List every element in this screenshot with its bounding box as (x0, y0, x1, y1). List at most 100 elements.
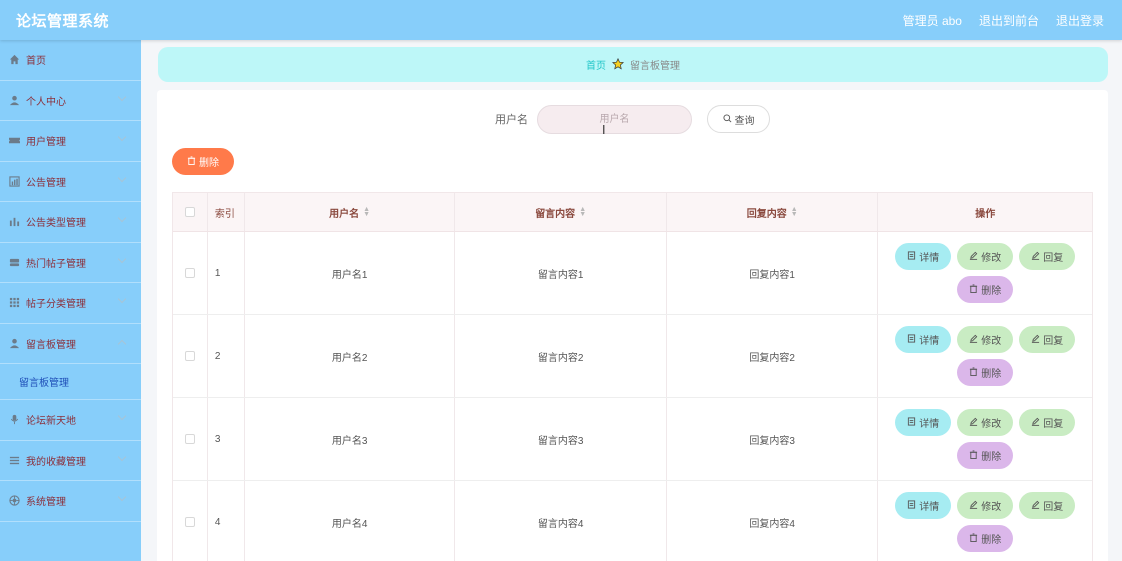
header-message[interactable]: 留言内容 ▲ ▼ (455, 193, 667, 231)
sidebar-item-users[interactable]: 用户管理 (0, 121, 141, 162)
header-username[interactable]: 用户名 ▲ ▼ (245, 193, 456, 231)
edit-label: 修改 (981, 502, 1002, 513)
trash-icon (187, 156, 196, 167)
reply-label: 回复 (1043, 419, 1064, 430)
chevron-down-icon (117, 92, 127, 101)
logout-link[interactable]: 退出登录 (1056, 12, 1104, 29)
delete-label: 删除 (981, 369, 1002, 380)
text-cursor-icon: I (602, 123, 606, 137)
top-bar: 论坛管理系统 管理员 abo 退出到前台 退出登录 (0, 0, 1122, 40)
table-row: 3 用户名3 留言内容3 回复内容3 详情 修改 回复 删除 (173, 398, 1092, 481)
sort-icon: ▲ ▼ (790, 206, 798, 218)
admin-user-label[interactable]: 管理员 abo (903, 12, 962, 29)
row-checkbox[interactable] (184, 517, 195, 527)
sidebar-item-profile[interactable]: 个人中心 (0, 81, 141, 121)
sidebar-item-hot-posts[interactable]: 热门帖子管理 (0, 243, 141, 283)
cell-username: 用户名4 (245, 481, 456, 561)
breadcrumb-home-link[interactable]: 首页 (586, 57, 606, 72)
reply-button[interactable]: 回复 (1019, 326, 1076, 353)
sidebar-item-label: 公告管理 (26, 177, 66, 189)
star-icon (611, 57, 625, 72)
document-icon (907, 500, 916, 511)
sidebar-item-label: 热门帖子管理 (26, 258, 86, 270)
sidebar-item-label: 论坛新天地 (26, 416, 76, 428)
delete-button[interactable]: 删除 (957, 525, 1014, 552)
reply-button[interactable]: 回复 (1019, 243, 1076, 270)
header-username-label: 用户名 (329, 208, 360, 220)
search-form: 用户名 查询 (157, 104, 1108, 134)
username-search-input[interactable] (537, 104, 692, 134)
trash-icon (969, 367, 978, 378)
sort-icon: ▲ ▼ (579, 206, 587, 218)
sidebar-item-label: 个人中心 (26, 96, 66, 108)
edit-button[interactable]: 修改 (957, 243, 1014, 270)
detail-button[interactable]: 详情 (895, 492, 952, 519)
edit-button[interactable]: 修改 (957, 326, 1014, 353)
sidebar-item-label: 留言板管理 (26, 339, 76, 351)
sidebar-item-system[interactable]: 系统管理 (0, 481, 141, 522)
reply-button[interactable]: 回复 (1019, 409, 1076, 436)
sort-icon: ▲ ▼ (363, 206, 371, 218)
cell-username: 用户名1 (245, 232, 456, 314)
trash-icon (969, 284, 978, 295)
pencil-icon (1031, 417, 1040, 428)
pencil-icon (1031, 500, 1040, 511)
row-checkbox-cell (173, 315, 208, 397)
sidebar-item-label: 帖子分类管理 (26, 299, 86, 311)
sidebar-item-label: 用户管理 (26, 137, 66, 149)
edit-button[interactable]: 修改 (957, 492, 1014, 519)
detail-button[interactable]: 详情 (895, 409, 952, 436)
header-reply[interactable]: 回复内容 ▲ ▼ (667, 193, 879, 231)
content-panel: 用户名 查询 删除 索引 用户名▲▼ 留言内容▲▼ 回复内容▲▼ 操作 (157, 90, 1108, 561)
row-checkbox[interactable] (184, 434, 195, 444)
query-button[interactable]: 查询 (707, 105, 770, 133)
reply-label: 回复 (1043, 253, 1064, 264)
person-icon (8, 337, 20, 349)
delete-button[interactable]: 删除 (957, 276, 1014, 303)
query-button-label: 查询 (734, 115, 755, 127)
select-all-checkbox[interactable] (184, 207, 195, 217)
edit-button[interactable]: 修改 (957, 409, 1014, 436)
row-checkbox[interactable] (184, 268, 195, 278)
breadcrumb: 首页 留言板管理 (158, 47, 1108, 82)
cell-message: 留言内容4 (455, 481, 667, 561)
cell-ops: 详情 修改 回复 删除 (878, 398, 1092, 480)
row-checkbox[interactable] (184, 351, 195, 361)
sidebar-item-home[interactable]: 首页 (0, 40, 141, 81)
sidebar-item-post-categories[interactable]: 帖子分类管理 (0, 283, 141, 324)
detail-button[interactable]: 详情 (895, 326, 952, 353)
settings-icon (8, 495, 20, 507)
delete-label: 删除 (981, 452, 1002, 463)
pencil-icon (969, 500, 978, 511)
breadcrumb-current: 留言板管理 (630, 61, 680, 72)
table-row: 4 用户名4 留言内容4 回复内容4 详情 修改 回复 删除 (173, 481, 1092, 561)
header-index: 索引 (208, 193, 245, 231)
detail-label: 详情 (919, 419, 940, 430)
pencil-icon (969, 417, 978, 428)
back-to-front-link[interactable]: 退出到前台 (979, 12, 1039, 29)
sidebar-item-notices[interactable]: 公告管理 (0, 162, 141, 202)
ticket-icon (8, 135, 20, 147)
header-message-label: 留言内容 (535, 208, 576, 220)
cell-index: 1 (208, 232, 245, 314)
sidebar-item-message-board[interactable]: 留言板管理 (0, 324, 141, 364)
batch-delete-button[interactable]: 删除 (172, 148, 234, 175)
reply-button[interactable]: 回复 (1019, 492, 1076, 519)
sidebar-item-favorites[interactable]: 我的收藏管理 (0, 441, 141, 481)
detail-button[interactable]: 详情 (895, 243, 952, 270)
sidebar: 首页 个人中心 用户管理 公告管理 公告类型管理 热门帖子管理 帖子分类管理 留… (0, 40, 141, 561)
submenu-item-message-board[interactable]: 留言板管理 (0, 364, 141, 400)
header-checkbox-cell (173, 193, 208, 231)
delete-button[interactable]: 删除 (957, 359, 1014, 386)
sidebar-item-forum-new[interactable]: 论坛新天地 (0, 400, 141, 441)
row-checkbox-cell (173, 232, 208, 314)
cell-ops: 详情 修改 回复 删除 (878, 232, 1092, 314)
cell-index: 2 (208, 315, 245, 397)
delete-button[interactable]: 删除 (957, 442, 1014, 469)
sidebar-item-label: 系统管理 (26, 497, 66, 509)
detail-label: 详情 (919, 253, 940, 264)
sidebar-item-notice-types[interactable]: 公告类型管理 (0, 202, 141, 243)
pencil-icon (969, 334, 978, 345)
cell-index: 3 (208, 398, 245, 480)
table-body: 1 用户名1 留言内容1 回复内容1 详情 修改 回复 删除 2 用户名2 留言… (173, 232, 1092, 561)
